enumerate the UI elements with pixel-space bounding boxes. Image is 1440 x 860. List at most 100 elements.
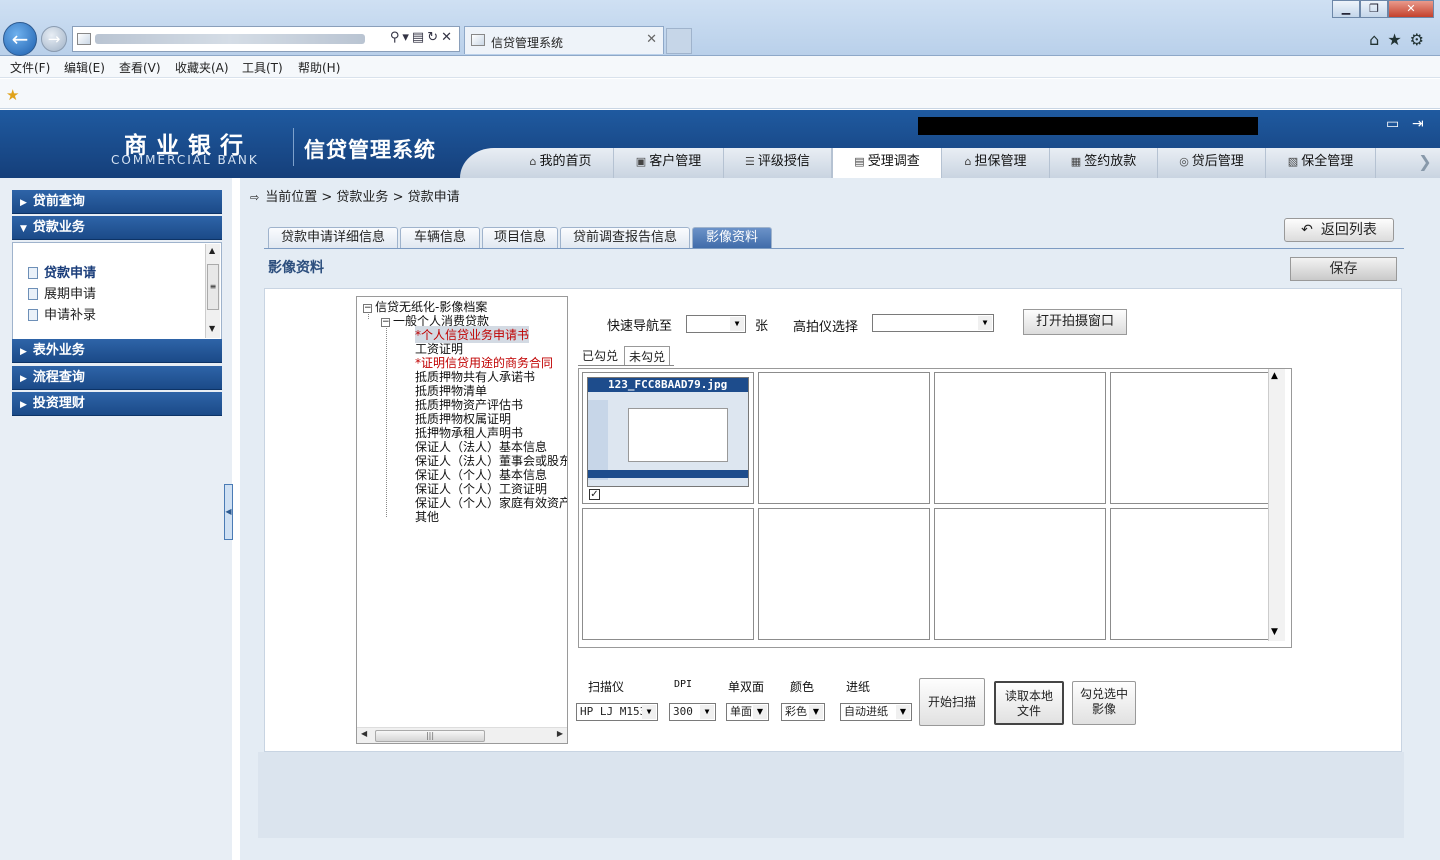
scroll-up-icon[interactable]: ▲ — [209, 246, 215, 255]
menu-help[interactable]: 帮助(H) — [298, 59, 340, 76]
scroll-right-icon[interactable]: ▶ — [557, 729, 563, 738]
tree-leaf[interactable]: 其他 — [415, 508, 439, 525]
image-cell[interactable] — [758, 372, 930, 504]
close-window-button[interactable]: ✕ — [1388, 0, 1434, 18]
check-selected-image-button[interactable]: 勾兑选中影像 — [1072, 681, 1136, 725]
sidebar-group-preloan-query[interactable]: ▶ 贷前查询 — [12, 190, 222, 214]
read-local-file-button[interactable]: 读取本地文件 — [994, 681, 1064, 725]
nav-tab-guarantee[interactable]: ⌂ 担保管理 — [942, 148, 1050, 178]
refresh-icon[interactable]: ↻ — [427, 30, 441, 45]
menu-edit[interactable]: 编辑(E) — [64, 59, 105, 76]
image-thumbnail[interactable]: 123_FCC8BAAD79.jpg — [587, 377, 749, 487]
collapse-icon[interactable]: − — [363, 304, 372, 313]
tab-loan-detail[interactable]: 贷款申请详细信息 — [268, 227, 398, 249]
sidebar-scrollbar[interactable]: ▲ ≡ ▼ — [205, 244, 220, 338]
sidebar-item-supplement[interactable]: 申请补录 — [28, 304, 96, 323]
scroll-down-icon[interactable]: ▼ — [209, 324, 215, 333]
scroll-up-icon[interactable]: ▲ — [1271, 371, 1278, 381]
sidebar-group-loan-business[interactable]: ▼ 贷款业务 — [12, 216, 222, 240]
scroll-down-icon[interactable]: ▼ — [1271, 627, 1278, 637]
feed-select[interactable]: 自动进纸 ▼ — [840, 703, 912, 721]
nav-tab-home[interactable]: ⌂ 我的首页 — [508, 148, 614, 178]
document-icon — [28, 288, 38, 300]
favorites-star-icon[interactable]: ★ — [1387, 30, 1409, 49]
nav-tab-label: 评级授信 — [757, 154, 810, 169]
minimize-button[interactable]: ▁ — [1332, 0, 1360, 18]
nav-tab-contract[interactable]: ▦ 签约放款 — [1050, 148, 1158, 178]
new-tab-button[interactable] — [666, 28, 692, 54]
image-grid-scrollbar[interactable]: ▲ ▼ — [1268, 369, 1285, 641]
menu-file[interactable]: 文件(F) — [10, 59, 50, 76]
collapse-icon[interactable]: − — [381, 318, 390, 327]
image-tab-unchecked[interactable]: 未勾兑 — [624, 346, 671, 366]
nav-scroll-right-icon[interactable]: ❯ — [1410, 148, 1440, 178]
nav-tab-survey[interactable]: ▤ 受理调查 — [832, 148, 942, 178]
search-icon[interactable]: ⚲ — [390, 30, 403, 45]
dropdown-arrow-icon: ▼ — [700, 705, 714, 719]
sidebar-group-investment[interactable]: ▶ 投资理财 — [12, 392, 222, 416]
sidebar-group-process-query[interactable]: ▶ 流程查询 — [12, 366, 222, 390]
menu-tools[interactable]: 工具(T) — [242, 59, 283, 76]
favorites-add-icon[interactable]: ★ — [6, 86, 19, 104]
image-cell[interactable] — [934, 508, 1106, 640]
nav-tab-rating[interactable]: ☰ 评级授信 — [724, 148, 832, 178]
dropdown-arrow-icon: ▼ — [809, 705, 823, 719]
open-capture-window-button[interactable]: 打开拍摄窗口 — [1023, 309, 1127, 335]
image-tab-checked[interactable]: 已勾兑 — [578, 346, 622, 366]
address-bar[interactable]: ⚲▾▤↻✕ — [72, 26, 460, 52]
duplex-value: 单面 — [730, 705, 752, 718]
forward-button[interactable]: → — [41, 26, 67, 52]
nav-tab-postloan[interactable]: ◎ 贷后管理 — [1158, 148, 1266, 178]
browser-tab[interactable]: 信贷管理系统 ✕ — [464, 26, 664, 54]
start-scan-button[interactable]: 开始扫描 — [919, 678, 985, 726]
sidebar-collapse-toggle[interactable]: ◀ — [224, 484, 233, 540]
nav-tab-preserve[interactable]: ▧ 保全管理 — [1266, 148, 1376, 178]
camera-select[interactable]: ▼ — [872, 314, 994, 332]
image-cell[interactable] — [1110, 508, 1270, 640]
nav-tab-customer[interactable]: ▣ 客户管理 — [614, 148, 724, 178]
image-cell[interactable]: 123_FCC8BAAD79.jpg ✓ — [582, 372, 754, 504]
home-icon[interactable]: ⌂ — [1369, 30, 1387, 49]
tab-vehicle-info[interactable]: 车辆信息 — [400, 227, 480, 249]
quick-nav-select[interactable]: ▼ — [686, 315, 746, 333]
dropdown-icon[interactable]: ▾ — [402, 30, 412, 45]
tab-survey-report[interactable]: 贷前调查报告信息 — [560, 227, 690, 249]
gear-icon[interactable]: ⚙ — [1410, 30, 1432, 49]
image-cell[interactable] — [934, 372, 1106, 504]
breadcrumb-item[interactable]: 贷款申请 — [408, 190, 460, 205]
menu-view[interactable]: 查看(V) — [119, 59, 161, 76]
scroll-thumb[interactable]: ||| — [375, 730, 485, 742]
duplex-select[interactable]: 单面 ▼ — [726, 703, 769, 721]
chevron-down-icon: ▼ — [20, 224, 27, 234]
image-cell[interactable] — [1110, 372, 1270, 504]
favorites-bar — [0, 79, 1440, 109]
tree-horizontal-scrollbar[interactable]: ◀ ||| ▶ — [357, 727, 567, 743]
sidebar-item-loan-apply[interactable]: 贷款申请 — [28, 262, 96, 281]
back-button[interactable]: ← — [3, 22, 37, 56]
sidebar-item-extension[interactable]: 展期申请 — [28, 283, 96, 302]
image-cell[interactable] — [582, 508, 754, 640]
dpi-select[interactable]: 300 ▼ — [669, 703, 716, 721]
image-cell[interactable] — [758, 508, 930, 640]
save-button[interactable]: 保存 — [1290, 257, 1397, 281]
tab-image-data[interactable]: 影像资料 — [692, 227, 772, 249]
thumbnail-checkbox[interactable]: ✓ — [589, 489, 600, 500]
maximize-button[interactable]: ❐ — [1360, 0, 1388, 18]
breadcrumb-item[interactable]: 贷款业务 — [336, 190, 388, 205]
scroll-left-icon[interactable]: ◀ — [361, 729, 367, 738]
tab-close-icon[interactable]: ✕ — [646, 32, 657, 47]
redacted-user-info — [918, 117, 1258, 135]
sidebar-group-offbalance[interactable]: ▶ 表外业务 — [12, 339, 222, 363]
nav-tab-label: 签约放款 — [1084, 154, 1137, 169]
stop-icon[interactable]: ✕ — [441, 30, 455, 45]
menu-favorites[interactable]: 收藏夹(A) — [175, 59, 229, 76]
logout-icon[interactable]: ⇥ — [1412, 116, 1424, 132]
contract-icon: ▦ — [1070, 155, 1082, 168]
scanner-select[interactable]: HP LJ M153 ▼ — [576, 703, 658, 721]
color-select[interactable]: 彩色 ▼ — [781, 703, 825, 721]
compat-icon[interactable]: ▤ — [412, 30, 427, 45]
scroll-thumb[interactable]: ≡ — [207, 264, 219, 310]
tab-project-info[interactable]: 项目信息 — [482, 227, 558, 249]
back-to-list-button[interactable]: ↶ 返回列表 — [1284, 218, 1394, 242]
monitor-icon[interactable]: ▭ — [1386, 116, 1399, 132]
